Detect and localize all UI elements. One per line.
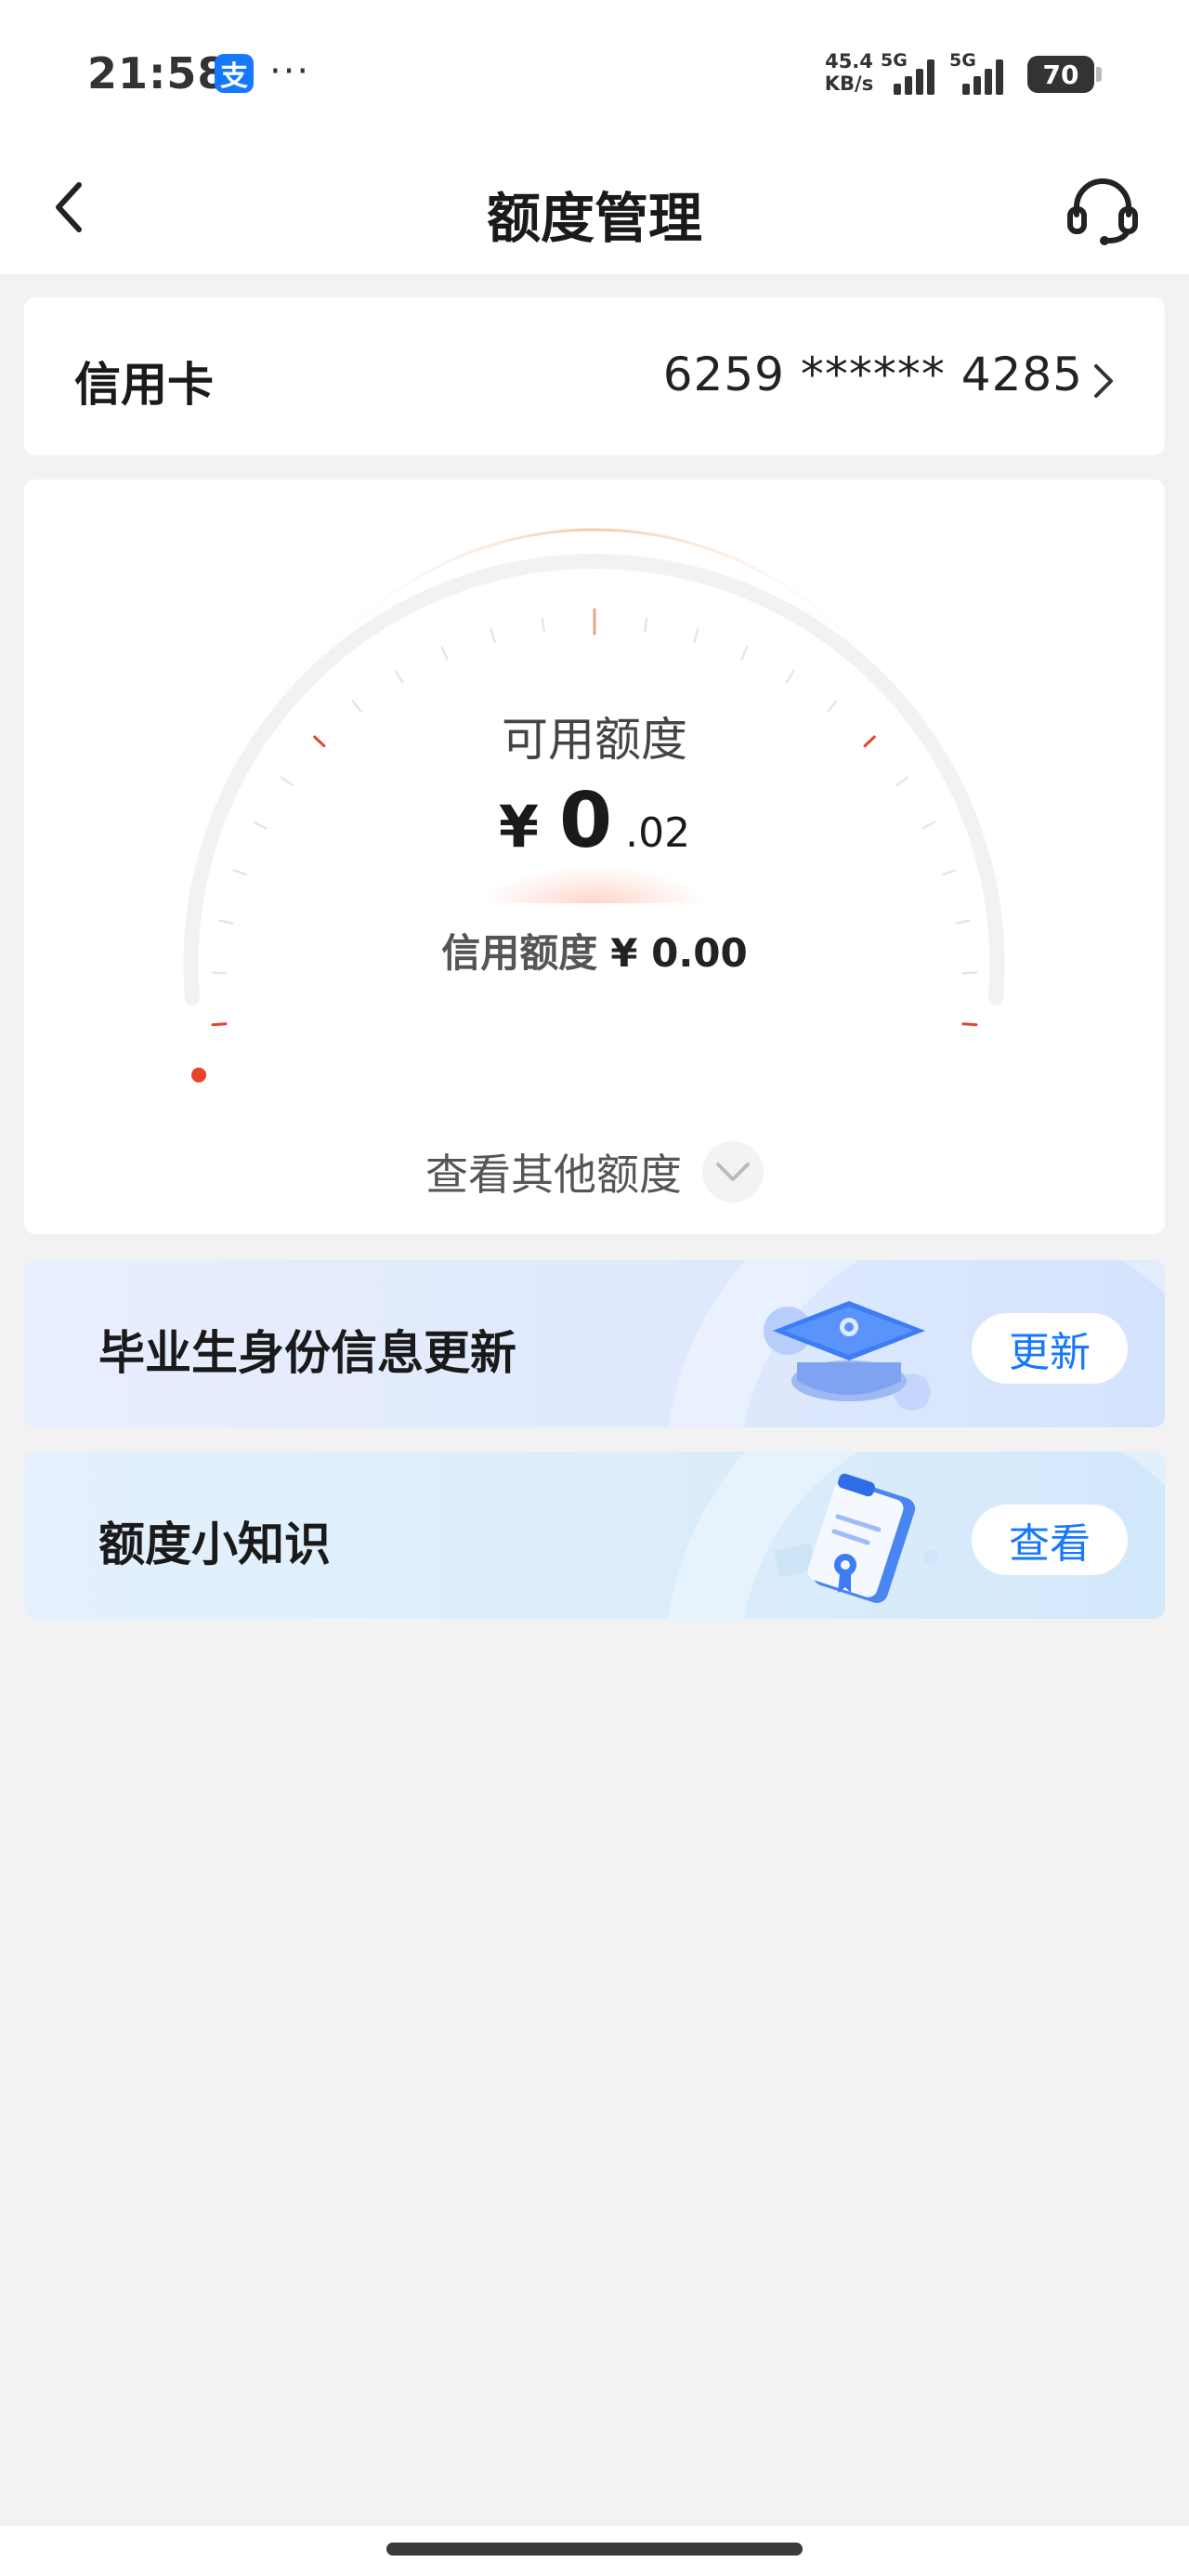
gauge-tick bbox=[643, 617, 648, 633]
quota-knowledge-banner[interactable]: 额度小知识 查看 bbox=[24, 1452, 1165, 1619]
status-bar: 21:58 支 ··· 45.4 KB/s 5G 5G 70 bbox=[0, 0, 1189, 139]
available-quota-amount: ¥0.02 bbox=[24, 777, 1165, 865]
gauge-tick bbox=[785, 669, 795, 684]
chevron-left-icon bbox=[56, 182, 82, 232]
clipboard-icon bbox=[775, 1473, 938, 1603]
back-button[interactable] bbox=[41, 172, 97, 243]
status-time: 21:58 bbox=[87, 48, 229, 99]
more-notifications-icon: ··· bbox=[269, 50, 311, 93]
card-number: 6259 ****** 4285 bbox=[662, 348, 1083, 401]
battery-icon: 70 bbox=[1027, 56, 1102, 93]
gauge-tick bbox=[440, 645, 449, 661]
net-speed-value: 45.4 bbox=[825, 50, 873, 72]
headset-icon bbox=[1067, 178, 1138, 245]
graduation-cap-icon bbox=[764, 1301, 931, 1411]
available-amount-integer: 0 bbox=[559, 777, 613, 865]
credit-limit: 信用额度 ¥ 0.00 bbox=[24, 922, 1165, 979]
gauge-tick bbox=[211, 1022, 228, 1027]
amount-glow bbox=[483, 866, 706, 903]
currency-symbol: ¥ bbox=[498, 793, 540, 861]
gauge-tick bbox=[941, 869, 957, 876]
gauge-tick bbox=[740, 645, 749, 661]
quota-card: 可用额度 ¥0.02 信用额度 ¥ 0.00 查看其他额度 bbox=[24, 480, 1165, 1234]
credit-limit-value: ¥ 0.00 bbox=[610, 930, 748, 976]
gauge-tick bbox=[961, 1022, 978, 1027]
gauge-tick bbox=[490, 628, 496, 644]
home-indicator[interactable] bbox=[386, 2543, 803, 2556]
banner-title: 额度小知识 bbox=[98, 1518, 331, 1571]
alipay-icon: 支 bbox=[215, 54, 254, 93]
net-speed: 45.4 KB/s bbox=[821, 50, 877, 95]
sim2-label: 5G bbox=[949, 50, 976, 71]
banner-title: 毕业生身份信息更新 bbox=[98, 1326, 516, 1380]
chevron-right-icon bbox=[1094, 364, 1113, 398]
available-quota-label: 可用额度 bbox=[502, 713, 687, 767]
view-other-quota-button[interactable]: 查看其他额度 bbox=[24, 1141, 1165, 1203]
gauge-inner-arc bbox=[301, 528, 888, 685]
gauge-tick bbox=[232, 869, 248, 876]
gauge-progress-dot bbox=[191, 1067, 206, 1083]
customer-service-button[interactable] bbox=[1065, 173, 1141, 247]
card-selector[interactable]: 信用卡 6259 ****** 4285 bbox=[24, 297, 1165, 455]
page-title: 额度管理 bbox=[486, 187, 702, 250]
page: 21:58 支 ··· 45.4 KB/s 5G 5G 70 额度管理 信用卡 … bbox=[0, 0, 1189, 2576]
nav-bar: 额度管理 bbox=[0, 139, 1189, 274]
update-button[interactable]: 更新 bbox=[972, 1313, 1128, 1384]
available-amount-decimal: .02 bbox=[625, 809, 691, 857]
net-speed-unit: KB/s bbox=[824, 72, 874, 95]
signal-icon: 5G bbox=[949, 50, 1016, 95]
gauge-tick bbox=[541, 617, 546, 633]
credit-limit-label: 信用额度 bbox=[441, 930, 598, 976]
card-type-label: 信用卡 bbox=[74, 358, 214, 412]
signal-icon: 5G bbox=[881, 50, 947, 95]
graduate-update-banner[interactable]: 毕业生身份信息更新 更新 bbox=[24, 1260, 1165, 1427]
gauge-tick bbox=[394, 669, 404, 684]
gauge-tick bbox=[693, 628, 699, 644]
sim1-label: 5G bbox=[881, 50, 908, 71]
chevron-down-icon bbox=[702, 1141, 764, 1203]
view-other-quota-label: 查看其他额度 bbox=[425, 1150, 682, 1200]
view-button[interactable]: 查看 bbox=[972, 1505, 1128, 1575]
